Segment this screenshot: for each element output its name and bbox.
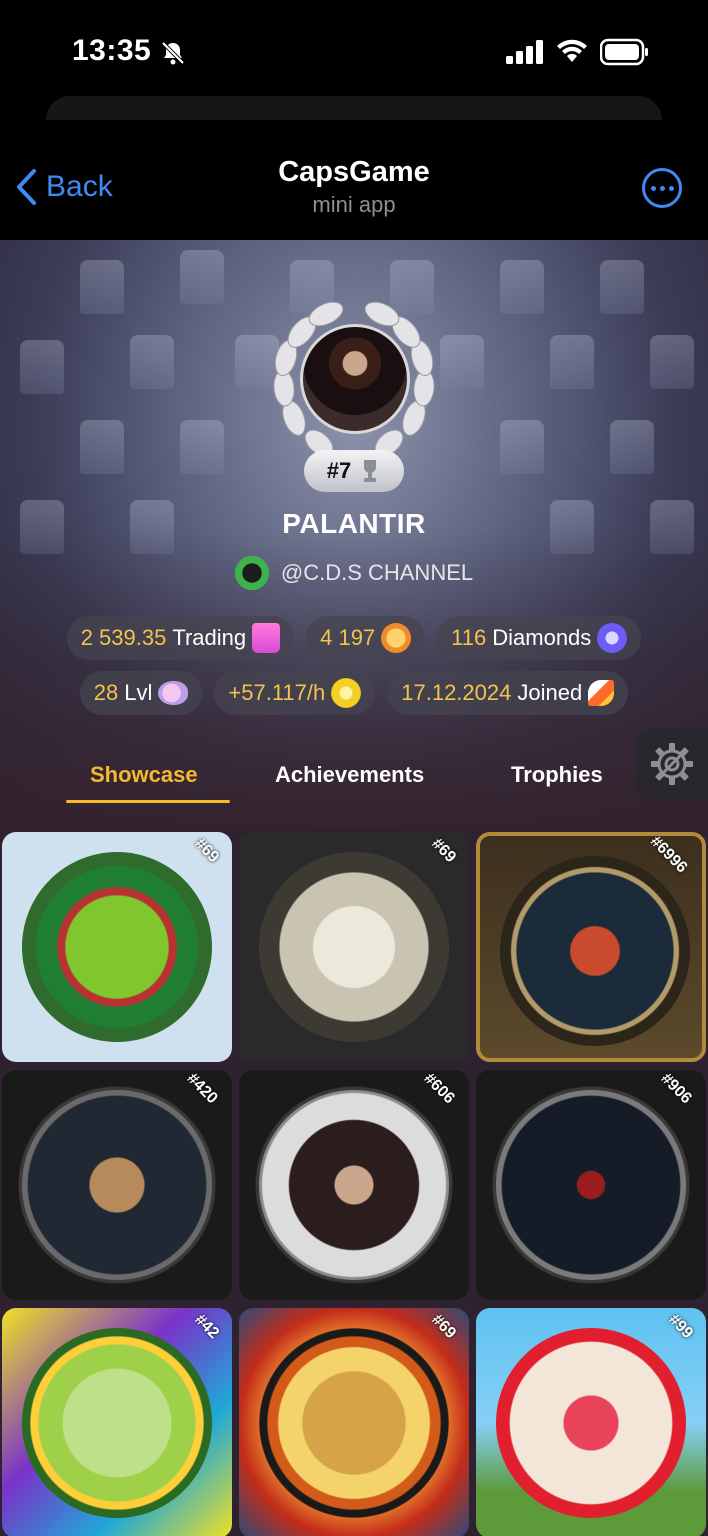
shopping-bag-icon: [252, 623, 281, 653]
signal-icon: [506, 40, 543, 64]
cap-number: #906: [657, 1070, 696, 1108]
coin-stack-icon: [381, 623, 412, 653]
showcase-cap[interactable]: #69: [2, 832, 232, 1062]
rocket-icon: [588, 680, 615, 706]
more-dot-icon: [650, 185, 656, 191]
cap-number: #606: [420, 1070, 459, 1108]
cap-artwork: [496, 1090, 686, 1280]
showcase-cap[interactable]: #6996: [476, 832, 706, 1062]
rank-badge: #7: [304, 450, 404, 492]
showcase-cap[interactable]: #69: [239, 832, 469, 1062]
showcase-cap[interactable]: #606: [239, 1070, 469, 1300]
cap-number: #6996: [646, 832, 690, 877]
stat-label: Diamonds: [492, 625, 592, 650]
stat-value: 17.12.2024: [401, 680, 512, 705]
diamond-icon: [597, 623, 628, 653]
cap-artwork: [496, 1328, 686, 1518]
cap-number: #69: [428, 835, 460, 867]
tab-achievements[interactable]: Achievements: [275, 762, 424, 788]
stat-value: 4 197: [320, 625, 376, 650]
stat-diamonds[interactable]: 116 Diamonds: [437, 616, 642, 660]
coin-icon: [331, 678, 362, 708]
stat-income-rate[interactable]: +57.117/h: [214, 671, 376, 715]
status-time: 13:35: [72, 34, 152, 67]
app-subtitle: mini app: [312, 192, 396, 217]
cap-number: #420: [183, 1070, 222, 1108]
gear-icon: [651, 743, 693, 785]
bell-off-icon: [161, 41, 185, 65]
stat-joined[interactable]: 17.12.2024 Joined: [387, 671, 629, 715]
stat-trading[interactable]: 2 539.35 Trading: [66, 616, 295, 660]
more-dot-icon: [668, 185, 674, 191]
tab-trophies[interactable]: Trophies: [511, 762, 603, 788]
cap-number: #69: [428, 1311, 460, 1343]
app-title: CapsGame: [278, 156, 430, 188]
stats-row-2: 28 Lvl +57.117/h 17.12.2024 Joined: [0, 671, 708, 715]
showcase-cap[interactable]: #42: [2, 1308, 232, 1536]
showcase-cap[interactable]: #69: [239, 1308, 469, 1536]
cap-artwork: [500, 856, 690, 1046]
profile-avatar[interactable]: [300, 324, 410, 434]
wifi-icon: [557, 39, 587, 62]
showcase-cap[interactable]: #420: [2, 1070, 232, 1300]
stat-value: 116: [451, 625, 487, 650]
cap-artwork: [259, 1090, 449, 1280]
channel-link[interactable]: @C.D.S CHANNEL: [0, 556, 708, 590]
stat-label: Joined: [517, 680, 583, 705]
cap-number: #69: [191, 835, 223, 867]
showcase-grid: #69 #69 #6996 #420 #606 #906 #42 #69 #99: [0, 830, 708, 1536]
tab-showcase[interactable]: Showcase: [90, 762, 198, 788]
rank-value: #7: [326, 458, 352, 483]
showcase-cap[interactable]: #99: [476, 1308, 706, 1536]
stat-level[interactable]: 28 Lvl: [79, 671, 203, 715]
profile-tabs: Showcase Achievements Trophies: [0, 740, 708, 830]
stats-row-1: 2 539.35 Trading 4 197 116 Diamonds: [0, 616, 708, 660]
trophy-icon: [364, 460, 377, 482]
piggy-icon: [158, 681, 189, 705]
channel-avatar: [234, 556, 269, 590]
showcase-cap[interactable]: #906: [476, 1070, 706, 1300]
status-bar: 13:35: [0, 0, 708, 100]
cap-artwork: [22, 1328, 212, 1518]
stat-value: 2 539.35: [80, 625, 167, 650]
cap-number: #99: [665, 1311, 697, 1343]
active-tab-indicator: [66, 800, 230, 803]
channel-name: @C.D.S CHANNEL: [280, 560, 474, 585]
profile-username: PALANTIR: [282, 508, 426, 539]
sheet-handle: [46, 96, 662, 120]
cap-artwork: [259, 852, 449, 1042]
stat-label: Lvl: [124, 680, 153, 705]
cap-artwork: [22, 852, 212, 1042]
stat-label: Trading: [172, 625, 247, 650]
stat-coins[interactable]: 4 197: [306, 616, 426, 660]
battery-icon: [600, 38, 648, 66]
more-options-button[interactable]: [642, 168, 682, 208]
stat-value: +57.117/h: [228, 680, 326, 705]
settings-button[interactable]: [636, 728, 708, 800]
more-dot-icon: [659, 185, 665, 191]
cap-number: #42: [191, 1311, 223, 1343]
cap-artwork: [22, 1090, 212, 1280]
cap-artwork: [259, 1328, 449, 1518]
stat-value: 28: [93, 680, 119, 705]
